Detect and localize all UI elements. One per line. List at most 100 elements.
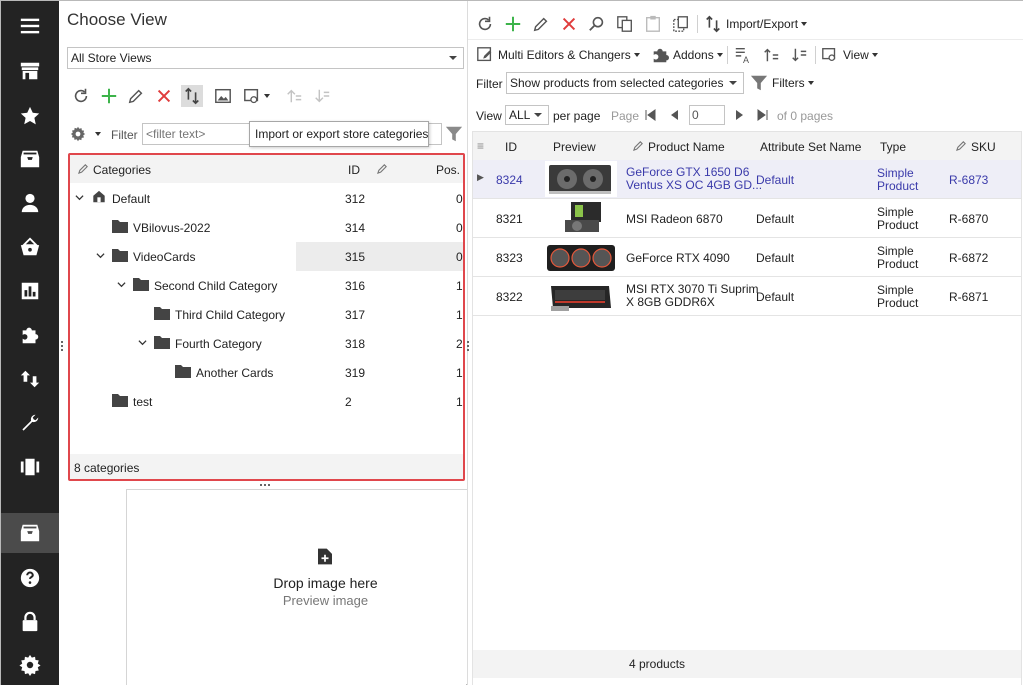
page-number-input[interactable] [689,105,725,125]
tree-row[interactable]: test 2 1 [70,387,463,416]
chevron-down-icon[interactable] [138,338,147,347]
store-icon[interactable] [1,51,59,91]
tree-row[interactable]: Another Cards 319 1 [70,358,463,387]
splitter-grip[interactable] [260,484,270,487]
funnel-icon[interactable] [445,125,463,146]
view-menu[interactable]: View [821,44,878,66]
product-type-line2: Product [877,257,919,271]
settings-dropdown-button[interactable] [70,126,101,145]
move-down-button[interactable] [311,85,333,107]
help-icon[interactable] [1,558,59,598]
folder-icon [154,307,170,320]
chevron-down-icon[interactable] [75,193,84,202]
product-type-line2: Product [877,218,919,232]
col-attribute-set[interactable]: Attribute Set Name [760,140,861,154]
font-size-button[interactable]: A [734,44,756,66]
addons-menu[interactable]: Addons [651,44,723,66]
chevron-down-icon[interactable] [117,280,126,289]
col-type[interactable]: Type [880,140,906,154]
columns-icon[interactable] [1,447,59,487]
product-id: 8323 [496,251,523,265]
chevron-down-icon[interactable] [96,251,105,260]
product-type: Simple [877,205,914,219]
tree-row[interactable]: VideoCards 315 0 [70,242,463,271]
table-row[interactable]: 8321 MSI Radeon 6870 Default Simple Prod… [473,199,1021,238]
import-export-label: Import/Export [726,17,799,31]
col-categories[interactable]: Categories [93,163,151,177]
lock-icon[interactable] [1,602,59,642]
folder-icon [154,336,170,349]
preview-dropdown-button[interactable] [240,85,272,107]
tooltip: Import or export store categories [249,121,429,147]
star-icon[interactable] [1,96,59,136]
table-row[interactable]: 8323 GeForce RTX 4090 Default Simple Pro… [473,238,1021,277]
move-up-button[interactable] [283,85,305,107]
col-pos[interactable]: Pos. [436,163,460,177]
wrench-icon[interactable] [1,403,59,443]
splitter-grip[interactable] [467,341,470,351]
image-button[interactable] [212,85,234,107]
pencil-icon [956,141,966,151]
category-id: 318 [345,337,366,351]
tree-row[interactable]: VBilovus-2022 314 0 [70,213,463,242]
search-icon[interactable] [588,13,610,35]
category-pos: 0 [456,221,463,235]
delete-button[interactable] [153,85,175,107]
edit-button[interactable] [532,13,554,35]
tree-row[interactable]: Third Child Category 317 1 [70,300,463,329]
refresh-button[interactable] [70,85,92,107]
paste-button[interactable] [644,13,666,35]
grid-header: Categories ID Pos. [70,155,463,183]
prev-page-icon[interactable] [668,109,680,121]
col-sku[interactable]: SKU [971,140,996,154]
inbox-icon[interactable] [1,139,59,179]
chart-icon[interactable] [1,271,59,311]
last-page-icon[interactable] [757,109,769,121]
category-name: Another Cards [196,366,274,380]
product-filter-select[interactable]: Show products from selected categories [506,72,744,94]
col-id[interactable]: ID [505,140,517,154]
table-row[interactable]: ▶ 8324 GeForce GTX 1650 D6 Ventus XS OC … [473,160,1021,199]
row-menu-icon[interactable]: ≡ [477,139,484,153]
tree-row[interactable]: Second Child Category 316 1 [70,271,463,300]
product-toolbar-secondary: Multi Editors & Changers Addons A View [468,39,1023,67]
edit-button[interactable] [125,85,147,107]
user-icon[interactable] [1,183,59,223]
inbox-active-icon[interactable] [1,513,59,553]
col-id[interactable]: ID [348,163,360,177]
sort-up-button[interactable] [762,44,784,66]
category-pos: 0 [456,250,463,264]
delete-button[interactable] [560,13,582,35]
multi-editors-menu[interactable]: Multi Editors & Changers [476,44,640,66]
tree-row[interactable]: Fourth Category 318 2 [70,329,463,358]
transfer-icon[interactable] [1,359,59,399]
sort-down-button[interactable] [790,44,812,66]
product-name: MSI Radeon 6870 [626,212,723,226]
puzzle-icon[interactable] [1,315,59,355]
toolbar-separator [815,46,816,64]
col-preview[interactable]: Preview [553,140,596,154]
menu-icon[interactable] [1,6,59,46]
refresh-button[interactable] [476,13,498,35]
store-view-select[interactable]: All Store Views [67,47,464,69]
table-row[interactable]: 8322 MSI RTX 3070 Ti Suprim X 8GB GDDR6X… [473,277,1021,316]
paging-row: View ALL per page Page of 0 pages [468,105,1023,127]
duplicate-button[interactable] [672,13,694,35]
next-page-icon[interactable] [734,109,746,121]
import-export-button[interactable] [181,85,203,107]
gear-icon[interactable] [1,645,59,685]
basket-icon[interactable] [1,227,59,267]
drop-image-area[interactable]: Drop image here Preview image [126,489,523,685]
import-export-menu[interactable]: Import/Export [704,13,808,35]
caret-icon [801,22,808,26]
first-page-icon[interactable] [644,109,656,121]
col-product-name[interactable]: Product Name [648,140,725,154]
per-page-select[interactable]: ALL [505,105,549,125]
splitter-grip[interactable] [61,341,64,351]
filters-menu[interactable]: Filters [750,72,814,94]
add-button[interactable] [504,13,526,35]
add-button[interactable] [98,85,120,107]
tree-row[interactable]: Default 312 0 [70,184,463,213]
copy-button[interactable] [616,13,638,35]
product-name: GeForce RTX 4090 [626,251,730,265]
